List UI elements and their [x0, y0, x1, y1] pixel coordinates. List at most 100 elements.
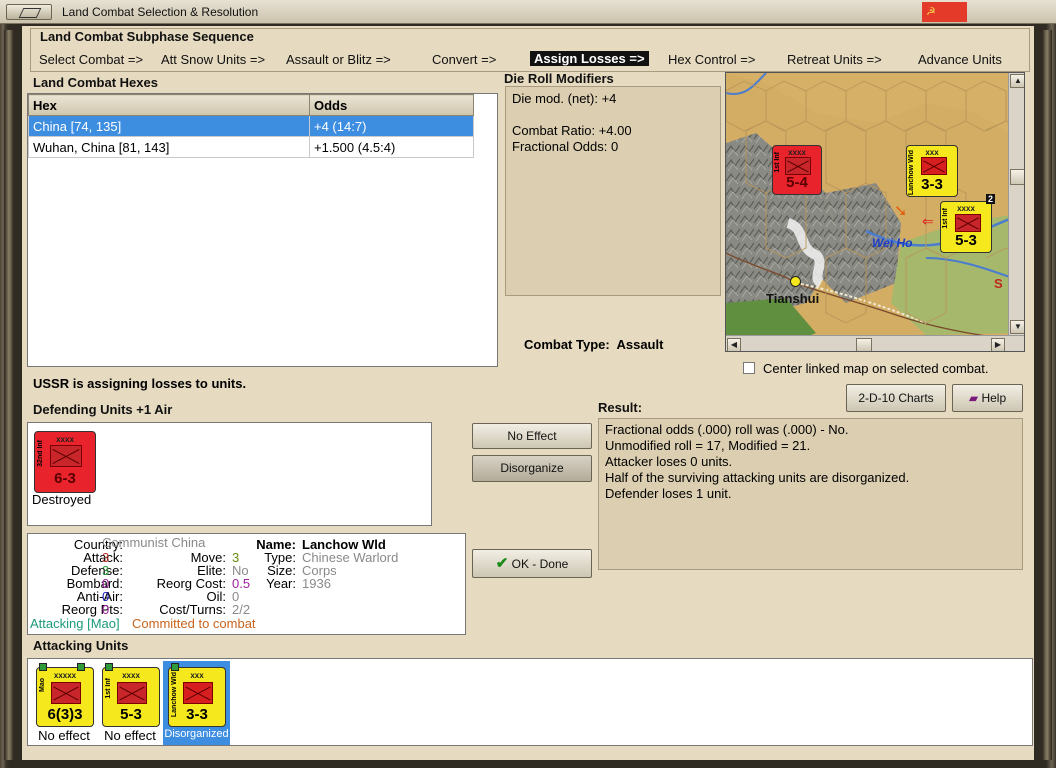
- scroll-left-icon[interactable]: ◀: [727, 338, 741, 351]
- close-flag-button[interactable]: ☭: [922, 2, 967, 22]
- unit-status: No effect: [38, 728, 90, 743]
- attacking-unit-counter[interactable]: Mao xxxxx 6(3)3: [36, 663, 94, 727]
- hex-cell: Wuhan, China [81, 143]: [28, 136, 310, 158]
- scroll-down-icon[interactable]: ▼: [1010, 320, 1024, 334]
- step-assign-losses: Assign Losses =>: [530, 51, 649, 66]
- unit-size: xxx: [190, 671, 204, 680]
- center-map-label: Center linked map on selected combat.: [763, 361, 989, 376]
- attacking-heading: Attacking Units: [33, 638, 129, 653]
- column-header-odds[interactable]: Odds: [309, 94, 474, 116]
- unit-status: Disorganized: [164, 728, 229, 740]
- unit-info-panel: Country: Communist China Attack: 3 Defen…: [27, 533, 466, 635]
- step-advance-units: Advance Units: [918, 52, 1002, 67]
- ok-done-label: OK - Done: [511, 557, 569, 571]
- unit-size: xxxx: [56, 435, 74, 444]
- status-pip-icon: [77, 663, 85, 671]
- attacking-unit-counter[interactable]: Lanchow Wld xxx 3-3: [168, 663, 226, 727]
- step-assault-or-blitz: Assault or Blitz =>: [286, 52, 391, 67]
- attacking-units-panel: Mao xxxxx 6(3)3 No effect 1st Inf xxxx 5…: [27, 658, 1033, 746]
- result-line: Defender loses 1 unit.: [605, 486, 732, 501]
- disorganize-button[interactable]: Disorganize: [472, 455, 592, 482]
- step-hex-control: Hex Control =>: [668, 52, 756, 67]
- scroll-thumb[interactable]: [856, 338, 872, 351]
- linked-map[interactable]: 1st Inf xxxx 5-4 Lanchow Wld xxx 3-3 1st…: [725, 72, 1025, 352]
- ok-done-button[interactable]: ✔ OK - Done: [472, 549, 592, 578]
- subphase-heading: Land Combat Subphase Sequence: [40, 29, 254, 44]
- map-unit-counter[interactable]: Lanchow Wld xxx 3-3: [906, 145, 958, 197]
- window-menu-icon[interactable]: [6, 4, 52, 20]
- status-pip-icon: [105, 663, 113, 671]
- result-line: Attacker loses 0 units.: [605, 454, 733, 469]
- help-button[interactable]: ▰ Help: [952, 384, 1023, 412]
- book-icon: ▰: [968, 391, 979, 405]
- hexes-header-row: Hex Odds: [28, 94, 474, 116]
- table-row[interactable]: Wuhan, China [81, 143] +1.500 (4.5:4): [28, 136, 474, 158]
- unit-strength: 6(3)3: [47, 706, 83, 723]
- result-heading: Result:: [598, 400, 643, 415]
- center-map-checkbox[interactable]: [743, 362, 755, 374]
- step-convert: Convert =>: [432, 52, 497, 67]
- unit-size: xxxx: [122, 671, 140, 680]
- step-retreat-units: Retreat Units =>: [787, 52, 882, 67]
- attacking-unit-counter[interactable]: 1st Inf xxxx 5-3: [102, 663, 160, 727]
- frame-post-left: [4, 30, 14, 760]
- map-unit-size: xxx: [925, 148, 939, 157]
- unit-status: Destroyed: [32, 492, 92, 507]
- unit-year-label: Year:: [266, 576, 296, 591]
- combat-type: Combat Type: Assault: [524, 337, 663, 352]
- stack-count-badge: 2: [985, 194, 995, 204]
- unit-strength: 3-3: [186, 706, 208, 723]
- status-text: USSR is assigning losses to units.: [33, 376, 247, 391]
- hexes-table: Hex Odds China [74, 135] +4 (14:7) Wuhan…: [28, 94, 474, 158]
- odds-cell: +4 (14:7): [309, 115, 474, 137]
- defending-unit-counter[interactable]: 32nd Inf xxxx 6-3: [34, 431, 96, 493]
- drm-combat-ratio: Combat Ratio: +4.00: [512, 123, 632, 138]
- hexes-heading: Land Combat Hexes: [33, 75, 158, 90]
- result-line: Fractional odds (.000) roll was (.000) -…: [605, 422, 849, 437]
- result-panel: Fractional odds (.000) roll was (.000) -…: [598, 418, 1023, 570]
- drm-fractional-odds: Fractional Odds: 0: [512, 139, 619, 154]
- map-unit-counter[interactable]: 1st Inf xxxx 5-3 2: [940, 194, 995, 253]
- map-vertical-scrollbar[interactable]: ▲ ▼: [1008, 73, 1024, 335]
- unit-year-value: 1936: [302, 576, 331, 591]
- unit-status: No effect: [104, 728, 156, 743]
- drm-net: Die mod. (net): +4: [512, 91, 617, 106]
- status-pip-icon: [39, 663, 47, 671]
- result-line: Half of the surviving attacking units ar…: [605, 470, 910, 485]
- attacking-status: Attacking [Mao]: [30, 616, 120, 631]
- hex-cell: China [74, 135]: [28, 115, 310, 137]
- step-att-snow-units: Att Snow Units =>: [161, 52, 266, 67]
- unit-name: Mao: [39, 678, 46, 692]
- table-row[interactable]: China [74, 135] +4 (14:7): [28, 115, 474, 137]
- cost-turns-label: Cost/Turns:: [159, 602, 226, 617]
- map-unit-counter[interactable]: 1st Inf xxxx 5-4: [772, 145, 822, 195]
- map-unit-size: xxxx: [788, 148, 806, 157]
- help-label: Help: [981, 391, 1007, 405]
- defending-heading: Defending Units +1 Air: [33, 402, 173, 417]
- scroll-right-icon[interactable]: ▶: [991, 338, 1005, 351]
- reorg-pts-label: Reorg Pts:: [61, 602, 123, 617]
- scroll-thumb[interactable]: [1010, 169, 1024, 185]
- hammer-sickle-icon: ☭: [926, 6, 936, 18]
- cost-turns-value: 2/2: [232, 602, 251, 617]
- map-horizontal-scrollbar[interactable]: ◀ ▶: [726, 335, 1024, 351]
- drm-panel: Die mod. (net): +4 Combat Ratio: +4.00 F…: [505, 86, 721, 296]
- unit-strength: 5-3: [120, 706, 142, 723]
- scroll-up-icon[interactable]: ▲: [1010, 74, 1024, 88]
- column-header-hex[interactable]: Hex: [28, 94, 310, 116]
- hexes-list[interactable]: Hex Odds China [74, 135] +4 (14:7) Wuhan…: [27, 93, 498, 367]
- map-partial-label: S: [994, 276, 1003, 291]
- reorg-pts-value: 0: [102, 602, 110, 617]
- unit-name: 1st Inf: [105, 678, 112, 699]
- unit-strength: 6-3: [54, 470, 76, 487]
- result-line: Unmodified roll = 17, Modified = 21.: [605, 438, 811, 453]
- checkmark-icon: ✔: [495, 555, 509, 572]
- charts-button[interactable]: 2-D-10 Charts: [846, 384, 946, 412]
- no-effect-button[interactable]: No Effect: [472, 423, 592, 449]
- unit-name: 32nd Inf: [37, 440, 44, 467]
- map-city-label: Tianshui: [766, 291, 820, 306]
- city-marker-icon: [790, 276, 801, 287]
- combat-arrow-icon: ➘: [894, 203, 908, 220]
- window-title: Land Combat Selection & Resolution: [62, 5, 259, 19]
- drm-heading: Die Roll Modifiers: [504, 71, 614, 86]
